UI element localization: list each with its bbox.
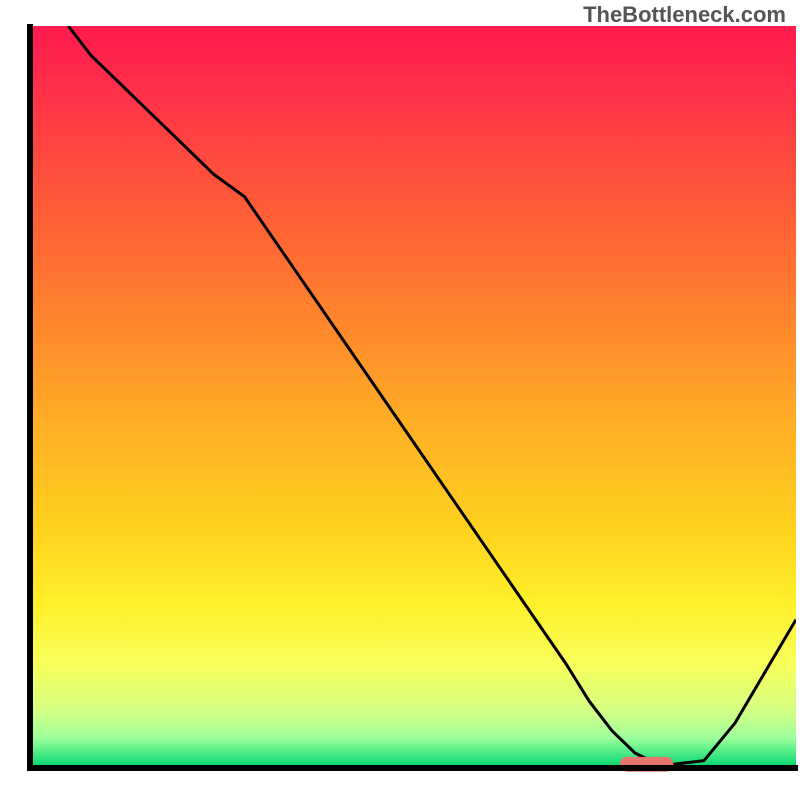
watermark-text: TheBottleneck.com [583, 2, 786, 28]
plot-background-gradient [30, 26, 796, 768]
chart-container: TheBottleneck.com [0, 0, 800, 800]
bottleneck-chart [0, 0, 800, 800]
